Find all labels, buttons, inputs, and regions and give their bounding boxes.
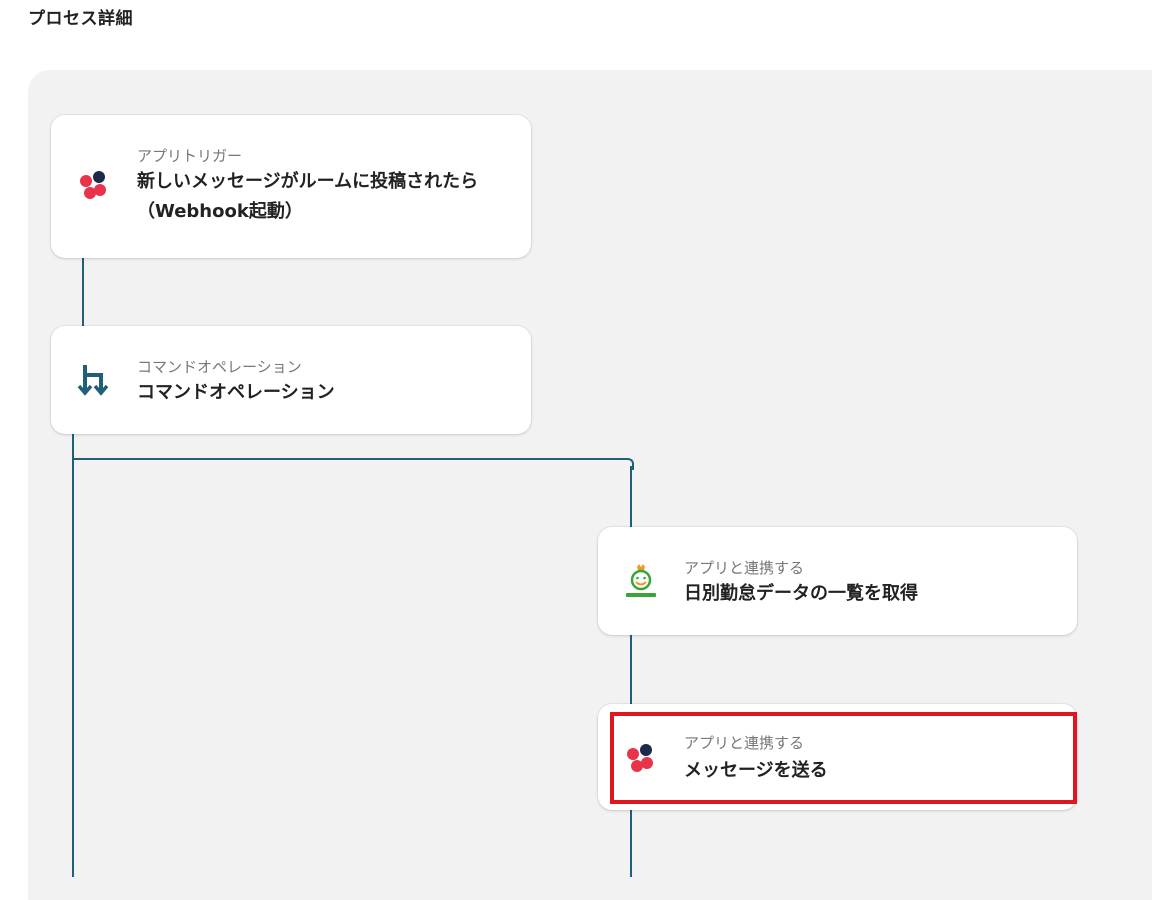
connector-branch-to-kot (630, 466, 632, 528)
king-of-time-icon (624, 563, 658, 597)
connector-branch-corner (622, 458, 634, 470)
connector-trigger-to-command (82, 258, 84, 326)
step-card-command[interactable]: コマンドオペレーション コマンドオペレーション (51, 326, 531, 434)
connector-message-down (630, 810, 632, 877)
step-kicker: アプリトリガー (137, 147, 243, 165)
step-heading-line2: （Webhook起動） (137, 201, 303, 222)
step-heading-line1: 新しいメッセージがルームに投稿されたら (137, 171, 479, 192)
highlight-box (610, 712, 1077, 804)
page-title: プロセス詳細 (28, 9, 133, 29)
step-heading: コマンドオペレーション (137, 382, 335, 403)
step-heading: 日別勤怠データの一覧を取得 (684, 583, 918, 604)
step-card-trigger[interactable]: アプリトリガー 新しいメッセージがルームに投稿されたら （Webhook起動） (51, 115, 531, 258)
connector-kot-to-message (630, 634, 632, 704)
step-card-kot[interactable]: アプリと連携する 日別勤怠データの一覧を取得 (598, 527, 1077, 635)
connector-branch-horizontal (72, 458, 627, 460)
chatwork-icon (77, 167, 111, 201)
step-kicker: アプリと連携する (684, 559, 805, 577)
step-kicker: コマンドオペレーション (137, 358, 302, 376)
branch-command-icon (77, 362, 111, 396)
connector-command-main (72, 434, 74, 877)
